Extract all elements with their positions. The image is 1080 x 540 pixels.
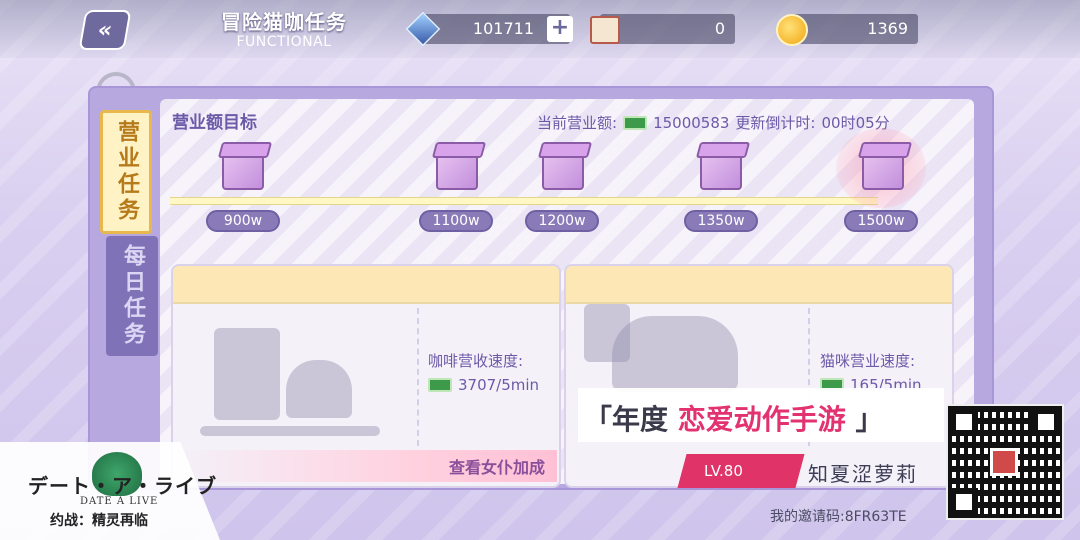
tab-daily-tasks-label: 每日任务: [120, 244, 145, 348]
ticket-counter: 0: [600, 14, 735, 44]
drink-illustration-icon: [214, 328, 280, 420]
chevron-left-icon: «: [95, 17, 115, 43]
player-name: 知夏涩萝莉: [808, 462, 918, 486]
card-divider: [417, 308, 419, 446]
money-icon: [623, 115, 648, 130]
qr-corner: [950, 408, 978, 436]
gift-box-icon[interactable]: [436, 148, 478, 190]
ad-slogan: 「年度 恋爱动作手游 」: [584, 398, 884, 438]
cat-speed-label: 猫咪营业速度:: [820, 352, 916, 370]
coffee-speed-label: 咖啡营收速度:: [428, 352, 524, 370]
milestone-label: 1500w: [844, 210, 918, 232]
gift-box-icon[interactable]: [700, 148, 742, 190]
crystal-value: 101711: [472, 19, 534, 38]
logo-japanese: デート・ア・ライブ: [28, 474, 217, 498]
coffee-card-header: [173, 266, 559, 304]
tray-illustration-icon: [200, 426, 380, 436]
coffee-speed-value: 3707/5min: [458, 376, 540, 394]
view-maid-bonus-button[interactable]: 查看女仆加成: [173, 450, 557, 482]
burger-illustration-icon: [286, 360, 352, 418]
level-value: LV.80: [704, 462, 743, 480]
qr-corner: [950, 488, 978, 516]
tab-daily-tasks[interactable]: 每日任务: [106, 236, 158, 356]
logo-chinese: 约战：精灵再临: [50, 513, 148, 529]
milestone-label: 1200w: [525, 210, 599, 232]
ticket-value: 0: [714, 19, 725, 38]
cat-card-header: [566, 266, 952, 304]
ad-slogan-highlight: 恋爱动作手游: [677, 403, 846, 436]
countdown-label: 更新倒计时:: [735, 114, 816, 132]
current-revenue-label: 当前营业额:: [537, 114, 618, 132]
cat-illustration-icon: [612, 316, 738, 392]
tab-business-tasks-label: 营业任务: [114, 120, 139, 224]
ticket-icon: [590, 16, 620, 44]
logo-english: DATE A LIVE: [80, 496, 159, 507]
gift-box-icon[interactable]: [542, 148, 584, 190]
tab-business-tasks[interactable]: 营业任务: [100, 110, 152, 234]
level-badge: LV.80: [677, 454, 805, 488]
revenue-progress-bar: [170, 197, 878, 205]
add-crystal-button[interactable]: +: [547, 16, 573, 42]
qr-corner: [1032, 408, 1060, 436]
milestone-label: 1350w: [684, 210, 758, 232]
milestone-label: 900w: [206, 210, 280, 232]
coffee-speed: 3707/5min: [428, 376, 539, 394]
view-maid-bonus-label: 查看女仆加成: [448, 458, 545, 477]
money-icon: [428, 378, 452, 392]
gift-box-icon-highlighted[interactable]: [862, 148, 904, 190]
gift-box-icon[interactable]: [222, 148, 264, 190]
ad-slogan-close: 」: [855, 403, 884, 436]
qr-avatar-icon: [990, 448, 1018, 476]
revenue-info: 当前营业额: 15000583 更新倒计时: 00时05分: [537, 112, 890, 133]
back-button[interactable]: «: [78, 10, 132, 50]
milestone-label: 1100w: [419, 210, 493, 232]
ad-slogan-open: 「年度: [584, 403, 669, 436]
revenue-target-title: 营业额目标: [172, 113, 257, 133]
coin-value: 1369: [867, 19, 908, 38]
page-subtitle: FUNCTIONAL: [236, 34, 332, 50]
current-revenue-value: 15000583: [653, 113, 730, 132]
coin-icon: [776, 14, 808, 46]
page-title: 冒险猫咖任务: [221, 10, 347, 34]
invite-code: 我的邀请码:8FR63TE: [770, 509, 907, 525]
